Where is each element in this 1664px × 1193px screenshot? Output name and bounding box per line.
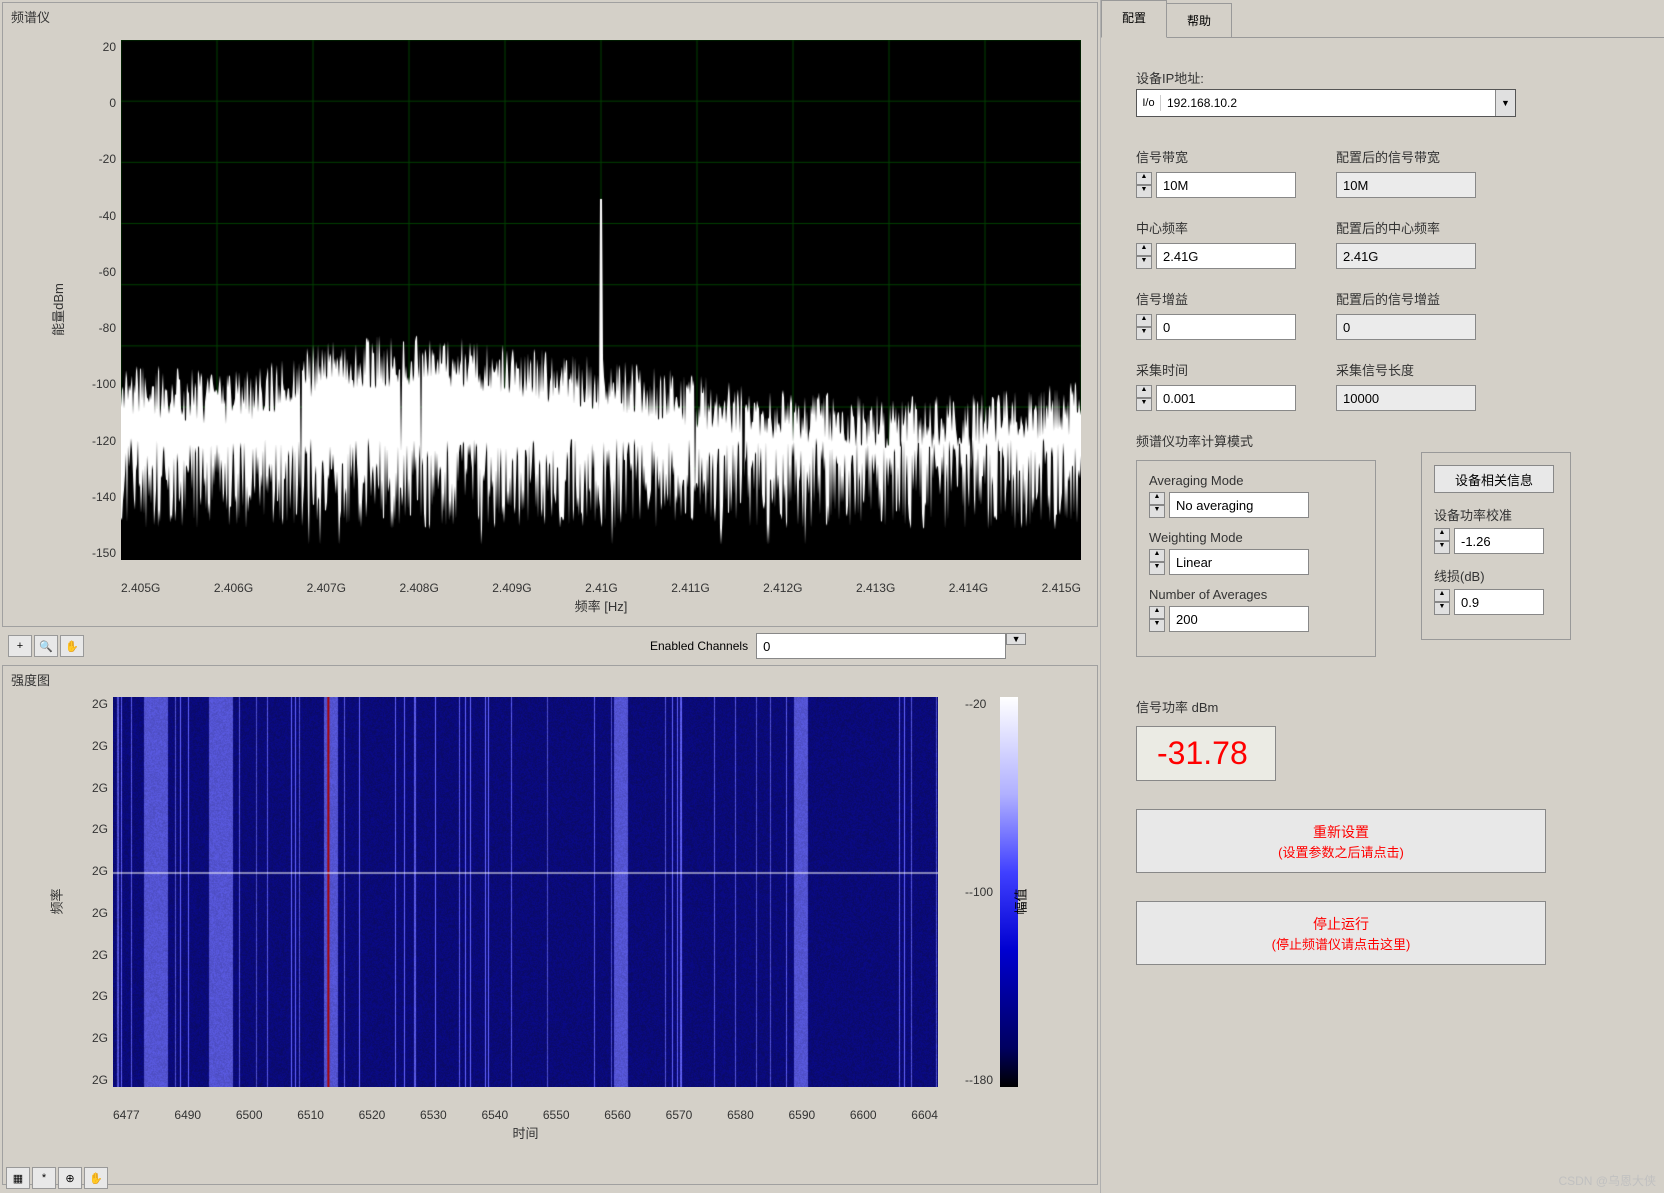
avg-up-icon[interactable]: ▲ [1149, 492, 1165, 505]
spectrum-x-ticks: 2.405G2.406G2.407G2.408G2.409G2.41G2.411… [121, 581, 1081, 595]
wgt-down-icon[interactable]: ▼ [1149, 562, 1165, 575]
cal-down-icon[interactable]: ▼ [1434, 541, 1450, 554]
gain-label: 信号增益 [1136, 289, 1296, 308]
bw-input[interactable] [1156, 172, 1296, 198]
intensity-y-ticks: 2G2G2G2G2G2G2G2G2G2G [73, 697, 108, 1087]
gain-after-label: 配置后的信号增益 [1336, 289, 1476, 308]
intensity-x-label: 时间 [512, 1123, 538, 1142]
spectrum-chart[interactable]: 200-20-40-60-80-100-120-140-150 2.405G2.… [121, 40, 1081, 560]
gain-after-value [1336, 314, 1476, 340]
intensity-y-label: 频率 [47, 888, 66, 914]
gain-down-icon[interactable]: ▼ [1136, 327, 1152, 340]
bottom-tool-3-icon[interactable]: ⊕ [58, 1167, 82, 1189]
spectrum-y-label: 能量dBm [48, 283, 67, 336]
power-value: -31.78 [1136, 726, 1276, 781]
io-icon: I/o [1137, 95, 1161, 111]
reset-button-sub: (设置参数之后请点击) [1278, 842, 1404, 861]
cf-after-label: 配置后的中心频率 [1336, 218, 1476, 237]
cf-label: 中心频率 [1136, 218, 1296, 237]
spectrum-title: 频谱仪 [3, 3, 1097, 30]
intensity-x-ticks: 6477649065006510652065306540655065606570… [113, 1108, 938, 1122]
tabs: 配置 帮助 [1101, 0, 1664, 38]
wgt-mode-input[interactable] [1169, 549, 1309, 575]
ip-input[interactable]: I/o 192.168.10.2 ▼ [1136, 89, 1516, 117]
reset-button[interactable]: 重新设置 (设置参数之后请点击) [1136, 809, 1546, 873]
cf-down-icon[interactable]: ▼ [1136, 256, 1152, 269]
avg-mode-input[interactable] [1169, 492, 1309, 518]
cf-after-value [1336, 243, 1476, 269]
acq-up-icon[interactable]: ▲ [1136, 385, 1152, 398]
bw-down-icon[interactable]: ▼ [1136, 185, 1152, 198]
stop-button-title: 停止运行 [1313, 914, 1369, 934]
tab-help[interactable]: 帮助 [1166, 3, 1232, 37]
bw-after-label: 配置后的信号带宽 [1336, 147, 1476, 166]
ip-value[interactable]: 192.168.10.2 [1161, 94, 1495, 112]
num-avg-input[interactable] [1169, 606, 1309, 632]
zoom-tool-icon[interactable]: 🔍 [34, 635, 58, 657]
avg-down-icon[interactable]: ▼ [1149, 505, 1165, 518]
num-avg-label: Number of Averages [1149, 587, 1363, 602]
reset-button-title: 重新设置 [1313, 822, 1369, 842]
intensity-chart[interactable]: 2G2G2G2G2G2G2G2G2G2G 6477649065006510652… [113, 697, 938, 1087]
wgt-mode-label: Weighting Mode [1149, 530, 1363, 545]
acq-input[interactable] [1156, 385, 1296, 411]
enabled-channels-input[interactable] [756, 633, 1006, 659]
bottom-toolbar: ▦ * ⊕ ✋ [6, 1167, 108, 1189]
device-info-button[interactable]: 设备相关信息 [1434, 465, 1554, 493]
spectrum-y-ticks: 200-20-40-60-80-100-120-140-150 [61, 40, 116, 560]
acq-down-icon[interactable]: ▼ [1136, 398, 1152, 411]
num-up-icon[interactable]: ▲ [1149, 606, 1165, 619]
stop-button-sub: (停止频谱仪请点击这里) [1272, 934, 1411, 953]
loss-input[interactable] [1454, 589, 1544, 615]
bottom-tool-1-icon[interactable]: ▦ [6, 1167, 30, 1189]
pan-tool-icon[interactable]: ✋ [60, 635, 84, 657]
stop-button[interactable]: 停止运行 (停止频谱仪请点击这里) [1136, 901, 1546, 965]
bottom-tool-2-icon[interactable]: * [32, 1167, 56, 1189]
cf-input[interactable] [1156, 243, 1296, 269]
cal-input[interactable] [1454, 528, 1544, 554]
avg-mode-label: Averaging Mode [1149, 473, 1363, 488]
intensity-title: 强度图 [3, 666, 1097, 693]
power-label: 信号功率 dBm [1136, 697, 1629, 716]
intensity-group: 强度图 2G2G2G2G2G2G2G2G2G2G 647764906500651… [2, 665, 1098, 1185]
cal-label: 设备功率校准 [1434, 505, 1558, 524]
ip-dropdown-icon[interactable]: ▼ [1495, 90, 1515, 116]
len-value [1336, 385, 1476, 411]
bw-up-icon[interactable]: ▲ [1136, 172, 1152, 185]
spectrum-group: 频谱仪 200-20-40-60-80-100-120-140-150 2.40… [2, 2, 1098, 627]
gain-input[interactable] [1156, 314, 1296, 340]
loss-down-icon[interactable]: ▼ [1434, 602, 1450, 615]
bw-label: 信号带宽 [1136, 147, 1296, 166]
enabled-channels-label: Enabled Channels [650, 639, 748, 653]
bw-after-value [1336, 172, 1476, 198]
tab-config[interactable]: 配置 [1101, 0, 1167, 38]
enabled-channels: Enabled Channels ▼ [650, 633, 1026, 659]
config-body: 设备IP地址: I/o 192.168.10.2 ▼ 信号带宽 ▲▼ 配置后的信… [1101, 38, 1664, 995]
enabled-channels-dropdown-icon[interactable]: ▼ [1006, 633, 1026, 645]
loss-up-icon[interactable]: ▲ [1434, 589, 1450, 602]
ip-label: 设备IP地址: [1136, 68, 1629, 87]
num-down-icon[interactable]: ▼ [1149, 619, 1165, 632]
len-label: 采集信号长度 [1336, 360, 1476, 379]
spectrum-x-label: 频率 [Hz] [575, 596, 628, 615]
right-panel: 配置 帮助 设备IP地址: I/o 192.168.10.2 ▼ 信号带宽 ▲▼ [1100, 0, 1664, 1193]
device-box: 设备相关信息 设备功率校准 ▲▼ 线损(dB) ▲▼ [1421, 452, 1571, 640]
cal-up-icon[interactable]: ▲ [1434, 528, 1450, 541]
bottom-tool-4-icon[interactable]: ✋ [84, 1167, 108, 1189]
mode-box: Averaging Mode ▲▼ Weighting Mode ▲▼ Numb… [1136, 460, 1376, 657]
watermark: CSDN @乌恩大侠 [1558, 1172, 1656, 1189]
mode-title: 频谱仪功率计算模式 [1136, 431, 1629, 450]
colorbar-ticks: --20--100--180 [965, 697, 993, 1087]
left-panel: 频谱仪 200-20-40-60-80-100-120-140-150 2.40… [0, 0, 1100, 1193]
cf-up-icon[interactable]: ▲ [1136, 243, 1152, 256]
wgt-up-icon[interactable]: ▲ [1149, 549, 1165, 562]
crosshair-tool-icon[interactable]: + [8, 635, 32, 657]
colorbar-label: 幅值 [1010, 888, 1029, 914]
loss-label: 线损(dB) [1434, 566, 1558, 585]
gain-up-icon[interactable]: ▲ [1136, 314, 1152, 327]
acq-label: 采集时间 [1136, 360, 1296, 379]
